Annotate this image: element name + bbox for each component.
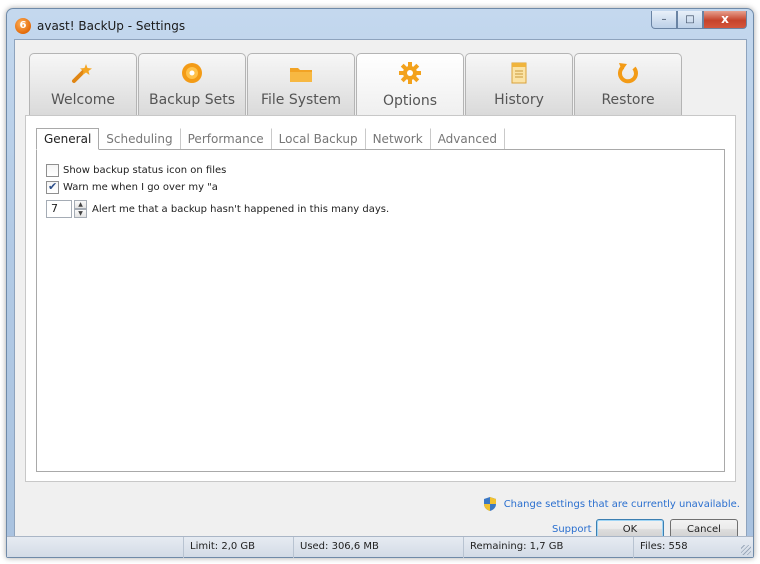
resize-grip[interactable] — [741, 545, 751, 555]
gear-icon — [397, 61, 423, 85]
general-settings-content: Show backup status icon on files Warn me… — [36, 149, 725, 472]
subtab-advanced[interactable]: Advanced — [431, 128, 505, 149]
status-remaining: Remaining: 1,7 GB — [463, 537, 633, 558]
tab-label: Restore — [601, 92, 655, 108]
notepad-icon — [506, 61, 532, 85]
tab-backup-sets[interactable]: Backup Sets — [138, 53, 246, 115]
alert-days-label: Alert me that a backup hasn't happened i… — [92, 203, 390, 215]
subtab-general[interactable]: General — [36, 128, 100, 150]
client-area: Welcome Backup Sets File System Options — [14, 39, 747, 551]
tab-file-system[interactable]: File System — [247, 53, 355, 115]
stepper-up-button[interactable]: ▲ — [74, 200, 87, 209]
show-status-icon-checkbox[interactable] — [46, 164, 59, 177]
minimize-button[interactable]: – — [651, 11, 677, 29]
stepper-down-button[interactable]: ▼ — [74, 209, 87, 218]
alert-days-stepper: ▲ ▼ — [74, 200, 87, 218]
alert-days-input[interactable]: 7 — [46, 200, 72, 218]
subtab-local-backup[interactable]: Local Backup — [272, 128, 366, 149]
main-tab-strip: Welcome Backup Sets File System Options — [29, 53, 683, 116]
warn-quota-label[interactable]: Warn me when I go over my "a — [63, 182, 218, 193]
title-bar[interactable]: 6 avast! BackUp - Settings – □ x — [7, 9, 753, 39]
status-bar: Limit: 2,0 GB Used: 306,6 MB Remaining: … — [7, 536, 753, 558]
tab-welcome[interactable]: Welcome — [29, 53, 137, 115]
warn-quota-row: Warn me when I go over my "a — [46, 180, 218, 194]
show-status-icon-label[interactable]: Show backup status icon on files — [63, 165, 226, 176]
window-title: avast! BackUp - Settings — [37, 19, 186, 33]
show-status-icon-row: Show backup status icon on files — [46, 164, 226, 177]
status-used: Used: 306,6 MB — [293, 537, 463, 558]
options-panel: General Scheduling Performance Local Bac… — [25, 115, 736, 482]
status-limit: Limit: 2,0 GB — [183, 537, 293, 558]
tab-label: Backup Sets — [148, 92, 236, 108]
tab-label: File System — [260, 92, 342, 108]
change-settings-link[interactable]: Change settings that are currently unava… — [504, 499, 740, 510]
status-files: Files: 558 — [633, 537, 733, 558]
unavailable-settings-notice: Change settings that are currently unava… — [483, 496, 740, 512]
window-controls: – □ x — [651, 11, 747, 31]
tab-label: Welcome — [50, 92, 116, 108]
restore-arrow-icon — [615, 61, 641, 85]
support-link[interactable]: Support — [552, 524, 592, 535]
subtab-network[interactable]: Network — [366, 128, 431, 149]
tab-history[interactable]: History — [465, 53, 573, 115]
disc-icon — [179, 61, 205, 85]
tab-options[interactable]: Options — [356, 53, 464, 116]
tab-label: Options — [382, 93, 438, 109]
warn-quota-checkbox[interactable] — [46, 180, 59, 194]
folder-icon — [288, 61, 314, 85]
avast-app-icon: 6 — [15, 18, 31, 34]
tab-label: History — [494, 92, 544, 108]
close-button[interactable]: x — [703, 11, 747, 29]
alert-days-row: 7 ▲ ▼ Alert me that a backup hasn't happ… — [46, 200, 389, 218]
settings-window: 6 avast! BackUp - Settings – □ x Welcome… — [6, 8, 754, 558]
subtab-performance[interactable]: Performance — [181, 128, 272, 149]
maximize-button[interactable]: □ — [677, 11, 703, 29]
uac-shield-icon — [483, 497, 496, 511]
tab-restore[interactable]: Restore — [574, 53, 682, 115]
options-subtab-strip: General Scheduling Performance Local Bac… — [36, 128, 505, 150]
subtab-scheduling[interactable]: Scheduling — [99, 128, 181, 149]
magic-wand-icon — [70, 61, 96, 85]
